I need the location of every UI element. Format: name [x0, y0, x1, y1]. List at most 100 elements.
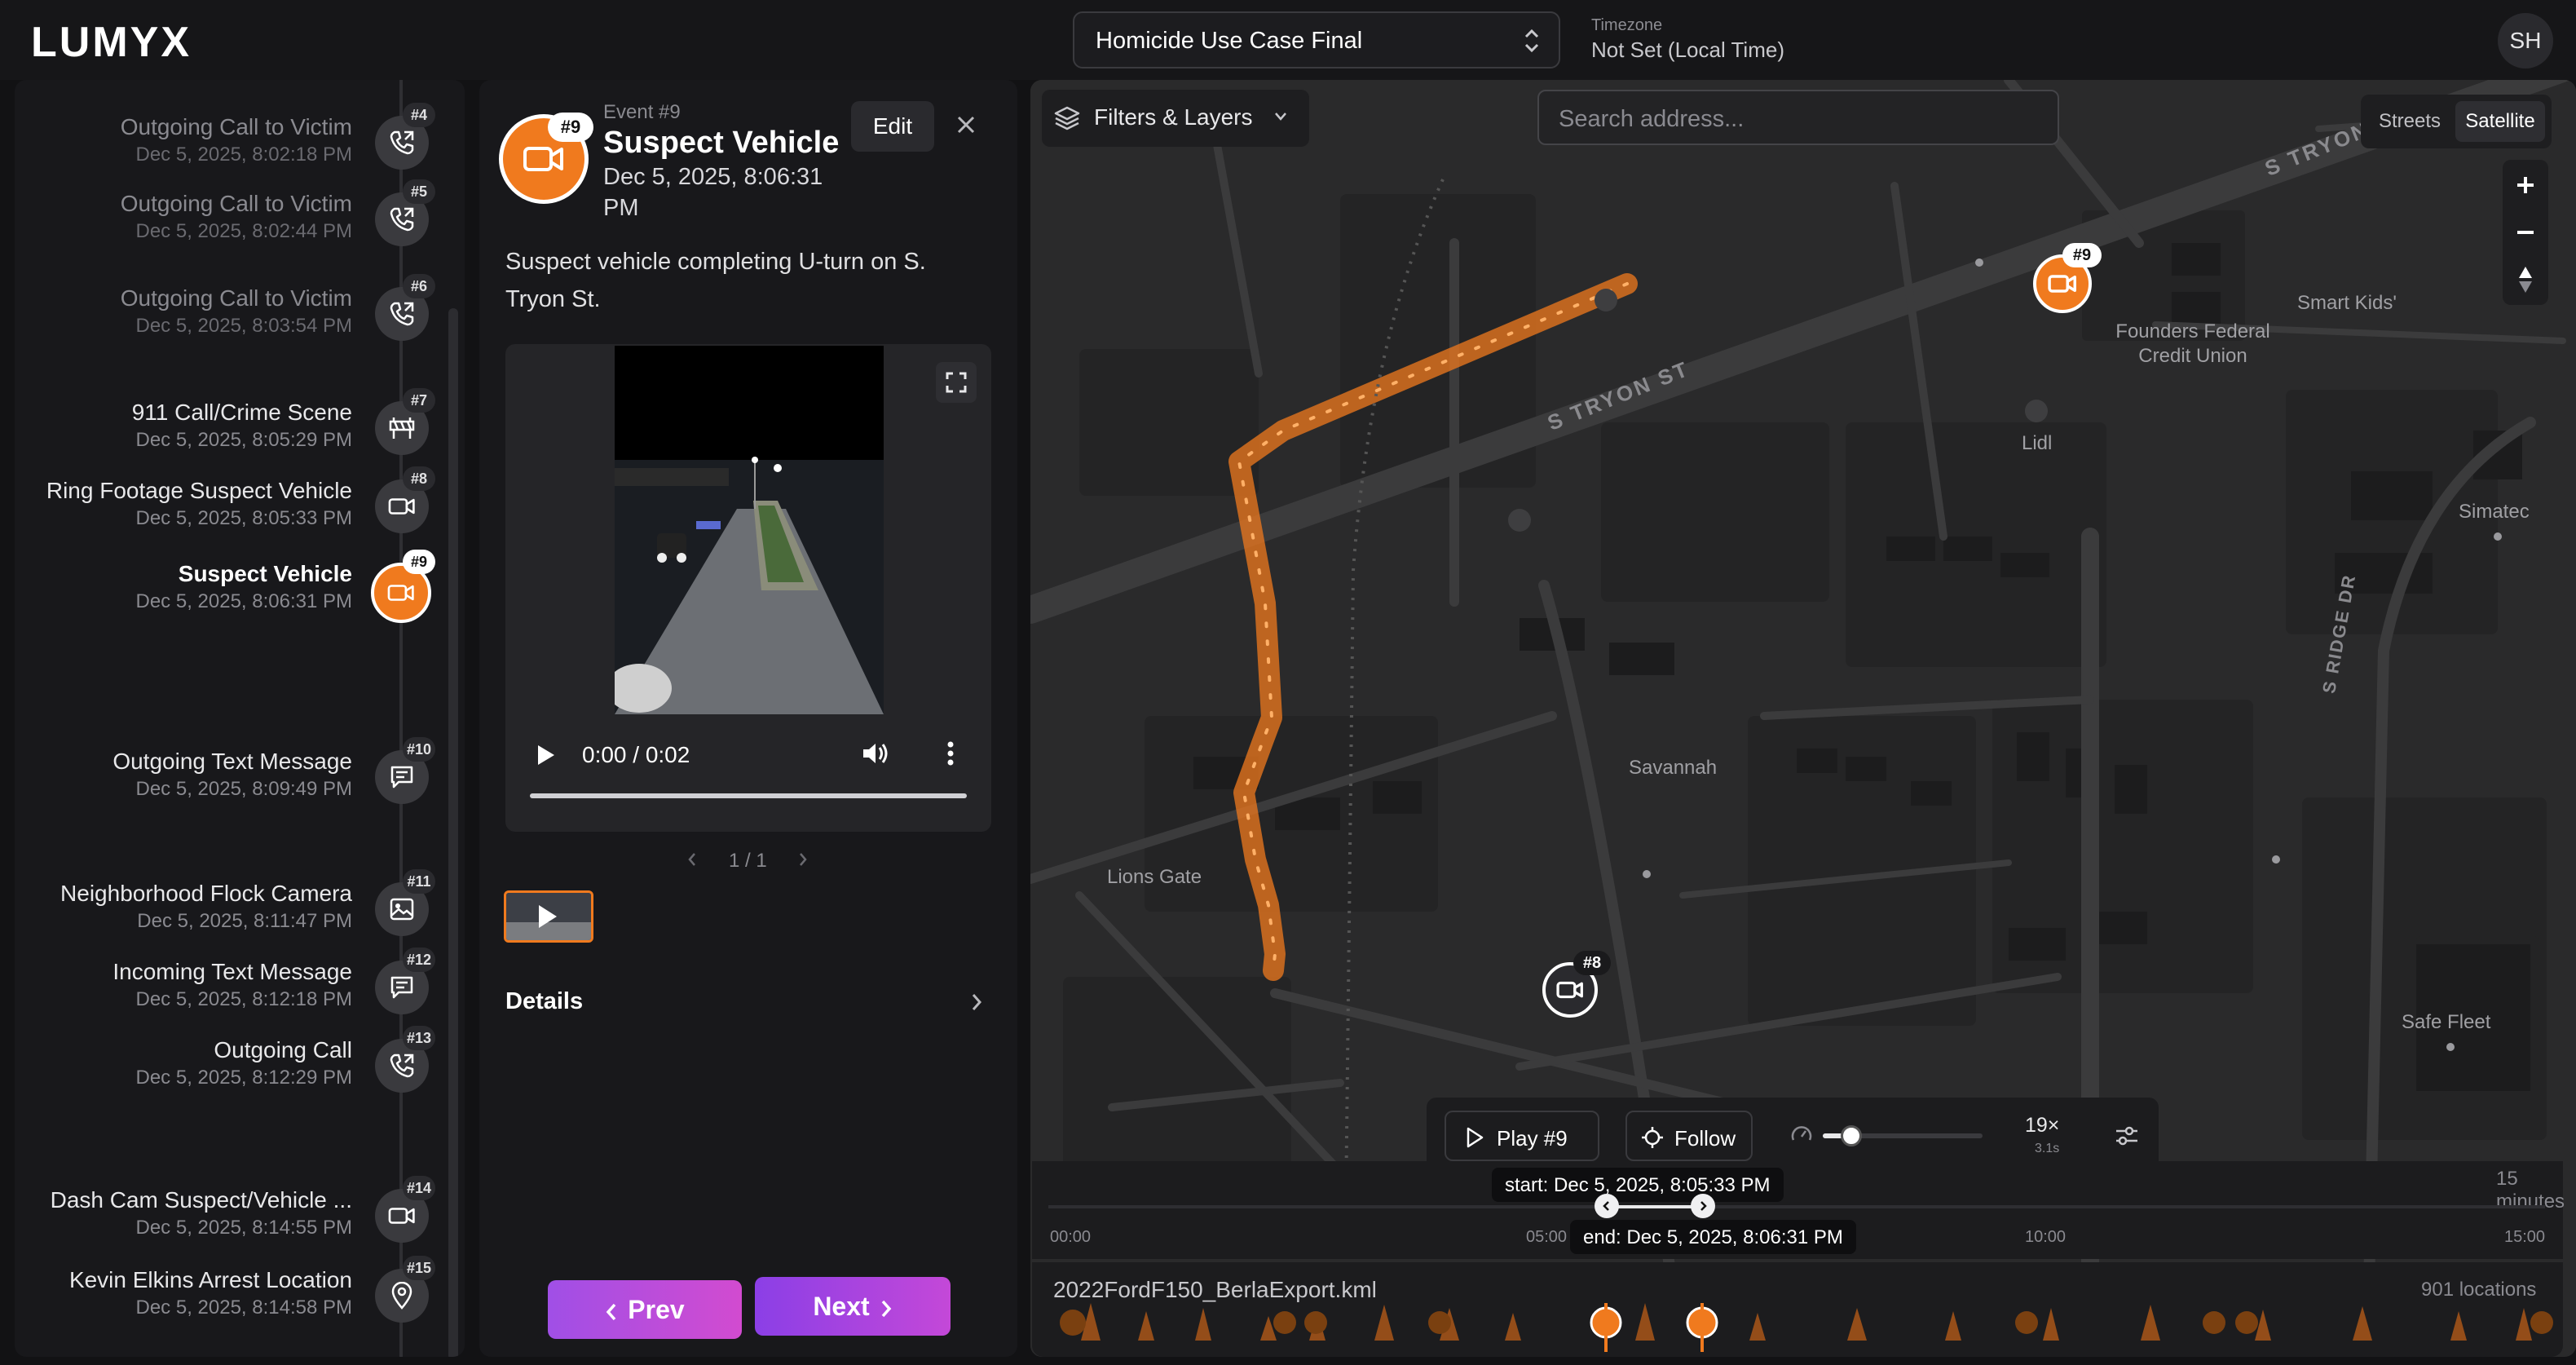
event-badge: #4: [403, 103, 435, 127]
event-badge: #13: [403, 1026, 435, 1050]
timeline-selection[interactable]: [1606, 1205, 1700, 1208]
event-timeline-line: [399, 80, 403, 1357]
chevron-down-icon: [1273, 111, 1288, 122]
media-pager: 1 / 1: [729, 850, 767, 872]
event-list-item[interactable]: Ring Footage Suspect Vehicle Dec 5, 2025,…: [46, 478, 352, 530]
track-file-name: 2022FordF150_BerlaExport.kml: [1053, 1277, 1377, 1302]
event-title: Incoming Text Message: [112, 959, 352, 984]
event-title: Dash Cam Suspect/Vehicle ...: [50, 1187, 352, 1213]
event-list-item[interactable]: Neighborhood Flock Camera Dec 5, 2025, 8:…: [60, 881, 352, 933]
zoom-out-icon[interactable]: [2503, 209, 2548, 256]
event-list-scrollbar[interactable]: [448, 308, 458, 1357]
video-play-icon[interactable]: [533, 742, 558, 768]
media-thumbnail[interactable]: [504, 890, 593, 943]
zoom-in-icon[interactable]: [2503, 161, 2548, 209]
event-title: Outgoing Call: [214, 1037, 352, 1062]
event-list-item[interactable]: Kevin Elkins Arrest Location Dec 5, 2025,…: [69, 1267, 352, 1319]
event-date: Dec 5, 2025, 8:12:18 PM: [135, 988, 353, 1010]
event-date: Dec 5, 2025, 8:14:55 PM: [135, 1217, 353, 1239]
address-search-input[interactable]: Search address...: [1537, 90, 2059, 145]
video-frame[interactable]: [615, 346, 884, 714]
event-list-item[interactable]: Outgoing Call to Victim Dec 5, 2025, 8:02…: [121, 114, 352, 166]
place-label: Safe Fleet: [2402, 1011, 2491, 1033]
compass-icon[interactable]: [2503, 256, 2548, 303]
selection-start-handle[interactable]: [1595, 1194, 1619, 1218]
event-badge: #7: [403, 388, 435, 413]
timeline-tick: 15:00: [2504, 1228, 2546, 1246]
chevron-right-icon[interactable]: [797, 851, 809, 868]
track-location-count: 901 locations: [2421, 1279, 2537, 1301]
video-camera-icon: [1556, 981, 1583, 999]
selection-end-handle[interactable]: [1691, 1194, 1715, 1218]
event-list-item[interactable]: Outgoing Text Message Dec 5, 2025, 8:09:4…: [112, 749, 352, 801]
play-event-button[interactable]: Play #9: [1445, 1111, 1599, 1161]
event-list-item[interactable]: 911 Call/Crime Scene Dec 5, 2025, 8:05:29…: [132, 400, 352, 452]
event-title: Suspect Vehicle: [178, 561, 352, 586]
event-list-item[interactable]: Outgoing Call to Victim Dec 5, 2025, 8:02…: [121, 191, 352, 243]
layers-icon: [1053, 104, 1081, 132]
event-list-panel: [15, 80, 465, 1357]
volume-icon[interactable]: [861, 740, 889, 766]
map-type-satellite[interactable]: Satellite: [2455, 101, 2545, 142]
event-list-item[interactable]: Suspect Vehicle Dec 5, 2025, 8:06:31 PM: [136, 561, 353, 613]
place-label: Lions Gate: [1107, 866, 1202, 888]
selection-end-tooltip: end: Dec 5, 2025, 8:06:31 PM: [1570, 1220, 1856, 1254]
event-date: Dec 5, 2025, 8:02:44 PM: [135, 220, 353, 242]
event-title: Neighborhood Flock Camera: [60, 881, 352, 906]
sort-chevrons-icon: [1523, 26, 1541, 55]
detail-event-badge: #9: [548, 113, 593, 142]
user-avatar[interactable]: SH: [2498, 13, 2553, 68]
video-progress-bar[interactable]: [530, 793, 967, 798]
crosshair-icon: [1640, 1125, 1665, 1150]
event-badge: #9: [403, 550, 435, 574]
speed-subvalue: 3.1s: [2035, 1142, 2060, 1155]
playback-settings-icon[interactable]: [2113, 1122, 2141, 1150]
event-list-item[interactable]: Outgoing Call Dec 5, 2025, 8:12:29 PM: [136, 1037, 353, 1089]
filters-layers-label: Filters & Layers: [1094, 104, 1253, 130]
event-title: Outgoing Call to Victim: [120, 191, 352, 216]
event-badge: #6: [403, 274, 435, 298]
follow-button[interactable]: Follow: [1625, 1111, 1753, 1161]
follow-label: Follow: [1674, 1126, 1736, 1151]
timeline-tick: 10:00: [2025, 1228, 2067, 1246]
fullscreen-icon[interactable]: [936, 362, 977, 403]
event-date: Dec 5, 2025, 8:12:29 PM: [135, 1067, 353, 1089]
event-title: Outgoing Text Message: [112, 749, 352, 774]
chevron-left-icon: [605, 1302, 618, 1322]
filters-layers-button[interactable]: Filters & Layers: [1042, 90, 1309, 147]
video-camera-icon: [523, 147, 563, 171]
timeline-track[interactable]: [1048, 1205, 2545, 1208]
event-badge: #14: [403, 1176, 435, 1200]
event-list-item[interactable]: Incoming Text Message Dec 5, 2025, 8:12:1…: [112, 959, 352, 1011]
place-label: Founders Federal Credit Union: [2115, 320, 2270, 367]
chevron-left-icon[interactable]: [686, 851, 698, 868]
speed-value: 19×: [2025, 1114, 2060, 1137]
event-date: Dec 5, 2025, 8:03:54 PM: [135, 315, 353, 337]
prev-button-label: Prev: [628, 1295, 685, 1324]
case-select[interactable]: Homicide Use Case Final: [1073, 11, 1560, 68]
event-title: Outgoing Call to Victim: [120, 285, 352, 311]
chevron-right-icon[interactable]: [970, 992, 983, 1013]
prev-button[interactable]: Prev: [548, 1280, 742, 1339]
more-options-icon[interactable]: [946, 740, 955, 766]
next-button[interactable]: Next: [755, 1277, 951, 1336]
detail-event-number: Event #9: [603, 101, 681, 123]
timezone-value[interactable]: Not Set (Local Time): [1591, 38, 1784, 63]
event-list-item[interactable]: Dash Cam Suspect/Vehicle ... Dec 5, 2025,…: [51, 1187, 352, 1239]
app-logo[interactable]: LUMYX: [31, 18, 192, 67]
detail-title: Suspect Vehicle: [603, 126, 840, 160]
map-type-streets[interactable]: Streets: [2367, 101, 2452, 142]
event-date: Dec 5, 2025, 8:11:47 PM: [137, 910, 352, 932]
edit-button[interactable]: Edit: [851, 101, 934, 152]
close-icon[interactable]: [952, 111, 980, 139]
event-date: Dec 5, 2025, 8:14:58 PM: [135, 1297, 353, 1319]
event-badge: #5: [403, 179, 435, 204]
details-section-toggle[interactable]: Details: [505, 988, 986, 1015]
event-list-item[interactable]: Outgoing Call to Victim Dec 5, 2025, 8:03…: [121, 285, 352, 338]
case-name: Homicide Use Case Final: [1096, 28, 1363, 54]
place-label: Lidl: [2022, 432, 2053, 454]
event-date: Dec 5, 2025, 8:09:49 PM: [135, 778, 353, 800]
speed-gauge-icon: [1790, 1124, 1813, 1146]
play-icon: [1464, 1126, 1485, 1149]
timeline-tick: 00:00: [1050, 1228, 1092, 1246]
